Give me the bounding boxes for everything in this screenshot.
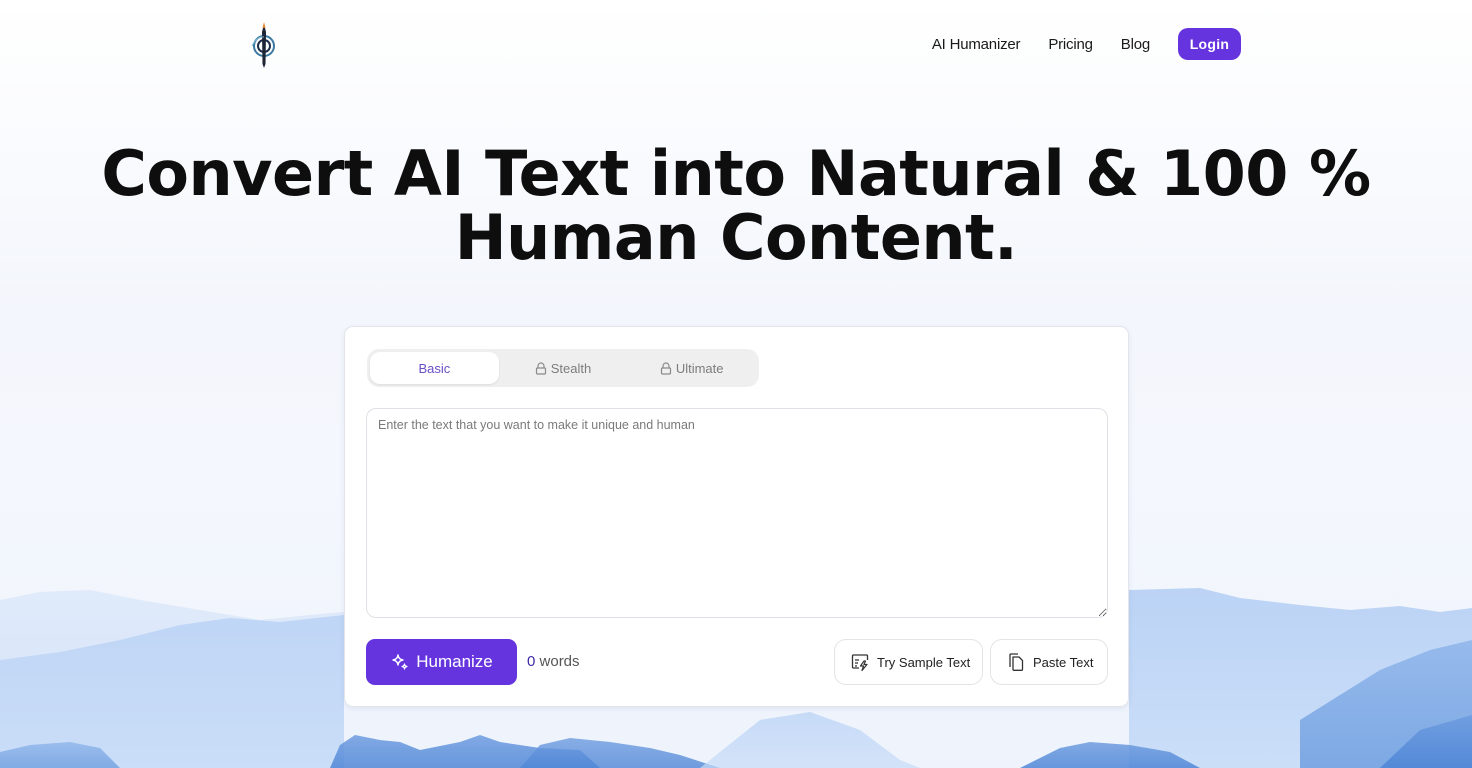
humanize-button[interactable]: Humanize [366, 639, 517, 685]
site-header: AI Humanizer Pricing Blog Login [0, 0, 1472, 88]
tab-basic[interactable]: Basic [370, 352, 499, 384]
login-button[interactable]: Login [1178, 28, 1241, 60]
paste-text-label: Paste Text [1033, 654, 1094, 670]
tab-stealth[interactable]: Stealth [499, 352, 628, 384]
sample-text-icon [851, 654, 869, 672]
lock-icon [535, 361, 546, 375]
hero-title-line-1: Convert AI Text into Natural & 100 % [101, 137, 1371, 210]
copy-icon [1009, 653, 1024, 671]
paste-text-button[interactable]: Paste Text [990, 639, 1108, 685]
mode-tabs: Basic Stealth Ultimate [367, 349, 759, 387]
humanize-label: Humanize [416, 652, 493, 671]
try-sample-text-button[interactable]: Try Sample Text [834, 639, 983, 685]
hero-title: Convert AI Text into Natural & 100 % Hum… [0, 142, 1472, 270]
word-count: 0 words [527, 653, 580, 670]
word-count-suffix: words [539, 653, 580, 670]
lock-icon [660, 361, 671, 375]
word-count-value: 0 [527, 653, 536, 670]
nav-ai-humanizer[interactable]: AI Humanizer [932, 36, 1021, 53]
nav-pricing[interactable]: Pricing [1048, 36, 1093, 53]
nav-blog[interactable]: Blog [1121, 36, 1150, 53]
tab-stealth-label: Stealth [550, 360, 592, 376]
main-nav: AI Humanizer Pricing Blog Login [932, 28, 1241, 60]
sparkles-icon [392, 654, 408, 670]
tab-ultimate[interactable]: Ultimate [627, 352, 756, 384]
pen-compass-logo[interactable] [249, 18, 279, 70]
tab-basic-label: Basic [418, 360, 451, 376]
try-sample-text-label: Try Sample Text [877, 654, 971, 670]
tab-ultimate-label: Ultimate [675, 360, 724, 376]
humanizer-card: Basic Stealth Ultimate Humanize 0 words [344, 326, 1129, 707]
hero-title-line-2: Human Content. [454, 201, 1018, 274]
text-input[interactable] [366, 408, 1108, 618]
